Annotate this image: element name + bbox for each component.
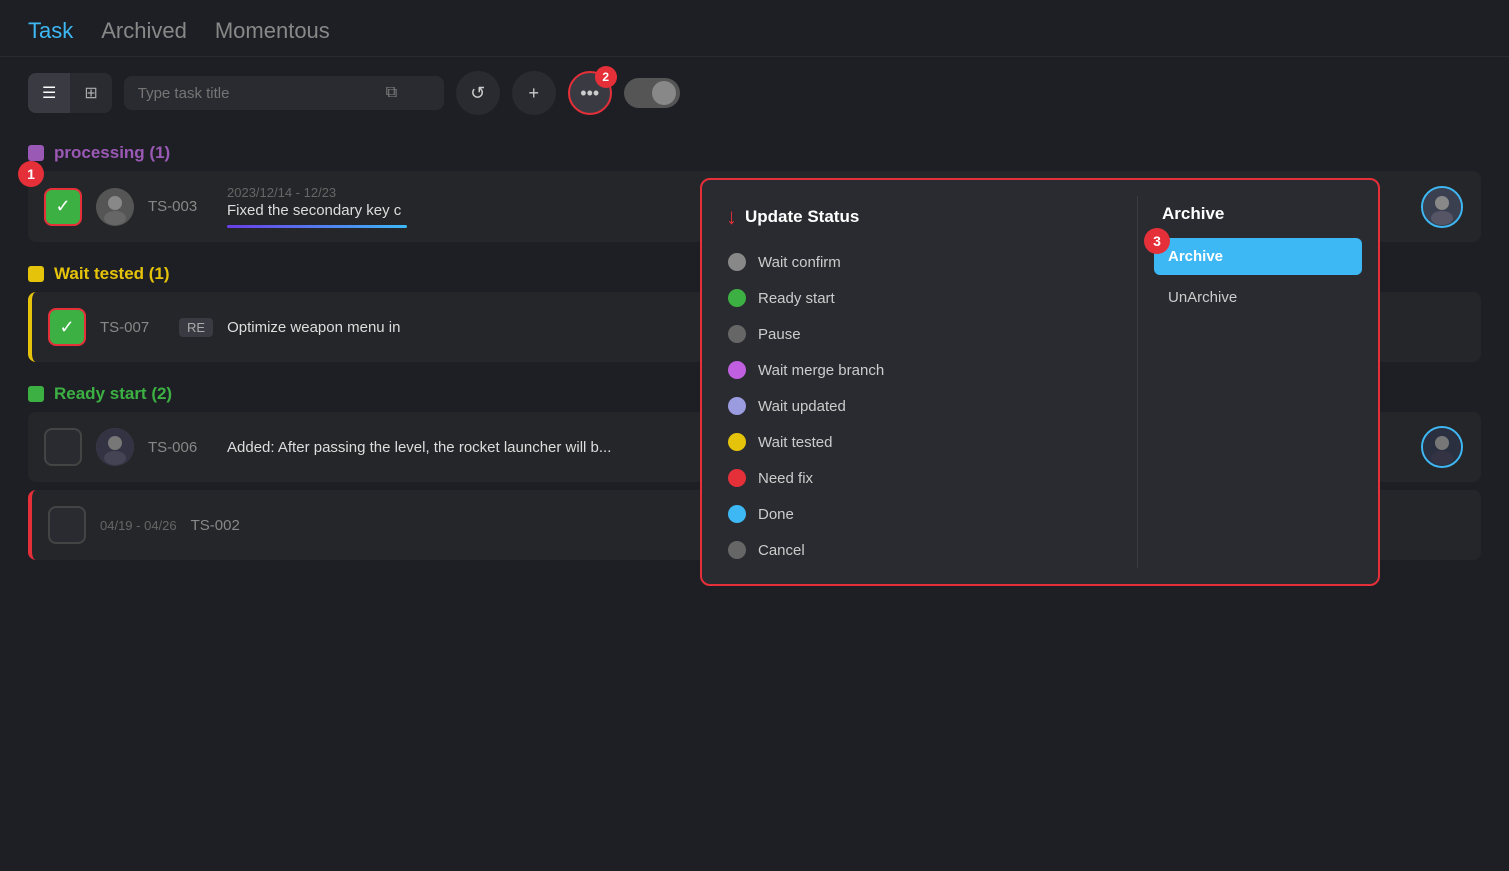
dot-ready-start [728,289,746,307]
status-done[interactable]: Done [718,496,1121,532]
status-wait-merge[interactable]: Wait merge branch [718,352,1121,388]
task-check-ts002[interactable] [48,506,86,544]
task-id-ts007: TS-007 [100,319,165,336]
arrow-down-icon: ↓ [726,204,737,230]
status-wait-tested[interactable]: Wait tested [718,424,1121,460]
task-check-ts007[interactable]: ✓ [48,308,86,346]
dot-need-fix [728,469,746,487]
step2-badge: 2 [595,66,617,88]
dot-wait-tested [728,433,746,451]
group-label-ready-start: Ready start (2) [54,384,172,404]
search-box: ⧉ [124,76,444,110]
status-cancel[interactable]: Cancel [718,532,1121,568]
archive-title: Archive [1154,196,1362,238]
avatar-ts003 [96,188,134,226]
check-icon-ts007: ✓ [59,317,74,338]
more-icon: ••• [580,83,599,104]
tab-archived[interactable]: Archived [101,18,187,44]
step1-badge: 1 [18,161,44,187]
dot-wait-confirm [728,253,746,271]
status-ready-start[interactable]: Ready start [718,280,1121,316]
task-id-ts003: TS-003 [148,198,213,215]
task-date-ts003: 2023/12/14 - 12/23 [227,185,407,200]
status-wait-confirm[interactable]: Wait confirm [718,244,1121,280]
group-color-wait-tested [28,266,44,282]
group-color-processing [28,145,44,161]
avatar-right-ts003 [1421,186,1463,228]
search-input[interactable] [138,85,378,102]
group-label-wait-tested: Wait tested (1) [54,264,170,284]
archive-section: Archive Archive 3 UnArchive [1138,196,1378,568]
more-options-button[interactable]: ••• 2 [568,71,612,115]
toolbar: ☰ ⊞ ⧉ ↺ + ••• 2 [0,57,1509,129]
toggle-switch[interactable] [624,78,680,108]
step3-badge: 3 [1144,228,1170,254]
task-date-ts002: 04/19 - 04/26 [100,518,177,533]
tab-momentous[interactable]: Momentous [215,18,330,44]
task-id-ts002: TS-002 [191,517,256,534]
task-meta-ts003: 2023/12/14 - 12/23 Fixed the secondary k… [227,185,407,228]
top-nav: Task Archived Momentous [0,0,1509,57]
archive-option-unarchive[interactable]: UnArchive [1154,279,1362,316]
view-toggle-group: ☰ ⊞ [28,73,112,113]
dot-pause [728,325,746,343]
grid-view-button[interactable]: ⊞ [70,73,111,113]
update-status-section: ↓ Update Status Wait confirm Ready start… [702,196,1138,568]
tag-ts007: RE [179,318,213,337]
tab-task[interactable]: Task [28,18,73,44]
group-label-processing: processing (1) [54,143,170,163]
update-status-title: ↓ Update Status [718,196,1121,244]
status-need-fix[interactable]: Need fix [718,460,1121,496]
group-header-processing: processing (1) [28,129,1481,171]
task-meta-ts002: 04/19 - 04/26 [100,518,177,533]
task-id-ts006: TS-006 [148,439,213,456]
task-desc-ts003: Fixed the secondary key c [227,202,407,219]
dot-wait-merge [728,361,746,379]
task-check-ts006[interactable] [44,428,82,466]
list-view-button[interactable]: ☰ [28,73,70,113]
check-icon-ts003: ✓ [55,196,70,217]
status-pause[interactable]: Pause [718,316,1121,352]
avatar-ts006 [96,428,134,466]
archive-option-archive[interactable]: Archive 3 [1154,238,1362,275]
status-wait-updated[interactable]: Wait updated [718,388,1121,424]
task-check-ts003[interactable]: ✓ 1 [44,188,82,226]
dot-cancel [728,541,746,559]
avatar-right-ts006 [1421,426,1463,468]
filter-icon: ⧉ [386,84,397,102]
group-color-ready-start [28,386,44,402]
add-button[interactable]: + [512,71,556,115]
reset-button[interactable]: ↺ [456,71,500,115]
progress-bar-ts003 [227,225,407,228]
dropdown-overlay: ↓ Update Status Wait confirm Ready start… [700,178,1380,586]
dot-wait-updated [728,397,746,415]
dot-done [728,505,746,523]
